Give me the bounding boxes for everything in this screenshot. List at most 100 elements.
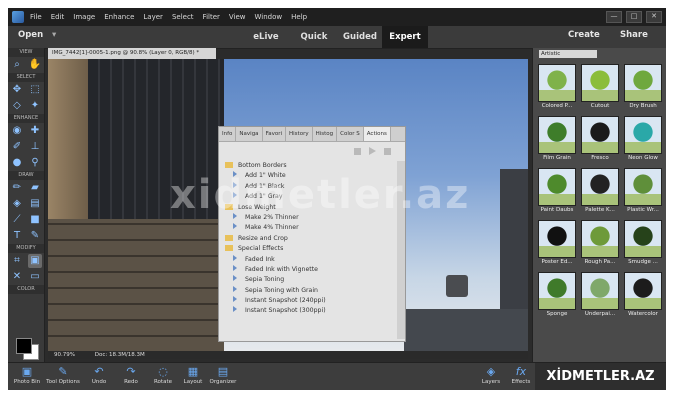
rooftops-right [404, 309, 528, 351]
menu-view[interactable]: View [229, 13, 246, 21]
minimize-button[interactable]: — [606, 11, 622, 23]
menu-window[interactable]: Window [255, 13, 283, 21]
clone-stamp-icon[interactable]: ⊥ [28, 140, 42, 154]
menu-help[interactable]: Help [291, 13, 307, 21]
filter-thumbnail[interactable]: Poster Ed... [537, 220, 577, 265]
maximize-button[interactable]: □ [626, 11, 642, 23]
document-tab[interactable]: IMG_7442[1]-0005-1.png @ 90.8% (Layer 0,… [48, 48, 216, 59]
close-button[interactable]: ✕ [646, 11, 662, 23]
tab-history[interactable]: History [286, 127, 313, 141]
menu-file[interactable]: File [30, 13, 42, 21]
filter-thumbnail[interactable]: Rough Pa... [580, 220, 620, 265]
straighten-tool-icon[interactable]: ▭ [28, 270, 42, 284]
photo-bin-button[interactable]: ▣ Photo Bin [10, 365, 44, 385]
tab-info[interactable]: Info [219, 127, 237, 141]
tab-color-swatches[interactable]: Color S [337, 127, 364, 141]
trash-icon[interactable] [384, 147, 391, 155]
marquee-tool-icon[interactable]: ⬚ [28, 83, 42, 97]
stop-icon[interactable] [354, 147, 361, 155]
paint-bucket-icon[interactable]: ◈ [10, 197, 24, 211]
gradient-tool-icon[interactable]: ▤ [28, 197, 42, 211]
tab-actions[interactable]: Actions [363, 127, 391, 141]
blur-tool-icon[interactable]: ● [10, 156, 24, 170]
list-item[interactable]: Sepia Toning with Grain [221, 285, 393, 296]
type-tool-icon[interactable]: T [10, 229, 24, 243]
recompose-tool-icon[interactable]: ▣ [28, 254, 42, 268]
red-eye-tool-icon[interactable]: ◉ [10, 124, 24, 138]
move-tool-icon[interactable]: ✥ [10, 83, 24, 97]
undo-button[interactable]: ↶ Undo [82, 365, 116, 385]
tree-thumbnail-icon [538, 64, 576, 102]
tab-expert[interactable]: Expert [382, 26, 428, 48]
quick-select-tool-icon[interactable]: ✦ [28, 99, 42, 113]
filter-thumbnail[interactable]: Sponge [537, 272, 577, 317]
tab-favorites[interactable]: Favori [263, 127, 287, 141]
rotate-icon: ◌ [158, 365, 168, 378]
zoom-tool-icon[interactable]: ⌕ [10, 58, 24, 72]
list-item[interactable]: Faded Ink with Vignette [221, 264, 393, 275]
pencil-tool-icon[interactable]: ✎ [28, 229, 42, 243]
filter-thumbnail[interactable]: Palette K... [580, 168, 620, 213]
menu-image[interactable]: Image [73, 13, 95, 21]
menu-select[interactable]: Select [172, 13, 194, 21]
menu-filter[interactable]: Filter [203, 13, 220, 21]
tab-elive[interactable]: eLive [246, 26, 286, 48]
filter-label: Palette K... [585, 207, 615, 213]
filter-thumbnail[interactable]: Plastic Wr... [623, 168, 663, 213]
menu-enhance[interactable]: Enhance [104, 13, 134, 21]
open-dropdown-icon[interactable]: ▾ [52, 30, 56, 40]
tool-options-button[interactable]: ✎ Tool Options [46, 365, 80, 385]
watermark-text: xidmetler.az [170, 172, 471, 218]
eyedropper-tool-icon[interactable]: ⟋ [10, 213, 24, 227]
lasso-tool-icon[interactable]: ◇ [10, 99, 24, 113]
filter-category-select[interactable]: Artistic [539, 50, 597, 58]
app-logo-icon [12, 11, 24, 23]
list-item[interactable]: Sepia Toning [221, 275, 393, 285]
create-button[interactable]: Create [568, 30, 600, 40]
list-item[interactable]: Faded Ink [221, 254, 393, 265]
list-item[interactable]: Special Effects [221, 244, 393, 254]
healing-brush-icon[interactable]: ✚ [28, 124, 42, 138]
tab-navigator[interactable]: Naviga [236, 127, 263, 141]
open-button[interactable]: Open [18, 30, 43, 40]
filter-thumbnail[interactable]: Film Grain [537, 116, 577, 161]
list-item[interactable]: Instant Snapshot (300ppi) [221, 306, 393, 316]
filter-thumbnail[interactable]: Dry Brush [623, 64, 663, 109]
filter-thumbnail[interactable]: Smudge ... [623, 220, 663, 265]
filter-thumbnail[interactable]: Colored P... [537, 64, 577, 109]
filter-thumbnail[interactable]: Watercolor [623, 272, 663, 317]
redo-button[interactable]: ↷ Redo [114, 365, 148, 385]
content-aware-move-icon[interactable]: ✕ [10, 270, 24, 284]
crop-tool-icon[interactable]: ⌗ [10, 254, 24, 268]
smart-brush-icon[interactable]: ✐ [10, 140, 24, 154]
filter-label: Cutout [590, 103, 610, 109]
play-icon[interactable] [369, 147, 376, 155]
rotate-button[interactable]: ◌ Rotate [146, 365, 180, 385]
hand-tool-icon[interactable]: ✋ [28, 58, 42, 72]
shape-tool-icon[interactable]: ■ [28, 213, 42, 227]
list-item[interactable]: Bottom Borders [221, 161, 393, 171]
brush-tool-icon[interactable]: ✏ [10, 181, 24, 195]
tab-quick[interactable]: Quick [294, 26, 334, 48]
tab-histogram[interactable]: Histog [313, 127, 338, 141]
effects-button[interactable]: fx Effects [504, 365, 538, 385]
sponge-tool-icon[interactable]: ⚲ [28, 156, 42, 170]
list-item[interactable]: Resize and Crop [221, 234, 393, 244]
list-item[interactable]: Make 4% Thinner [221, 223, 393, 233]
layout-button[interactable]: ▦ Layout [176, 365, 210, 385]
filter-thumbnail[interactable]: Paint Daubs [537, 168, 577, 213]
action-icon [233, 296, 237, 303]
foreground-color-swatch[interactable] [16, 338, 32, 354]
organizer-button[interactable]: ▤ Organizer [206, 365, 240, 385]
share-button[interactable]: Share [620, 30, 648, 40]
filter-thumbnail[interactable]: Cutout [580, 64, 620, 109]
eraser-tool-icon[interactable]: ▰ [28, 181, 42, 195]
menu-edit[interactable]: Edit [51, 13, 65, 21]
list-item[interactable]: Instant Snapshot (240ppi) [221, 296, 393, 306]
filter-thumbnail[interactable]: Neon Glow [623, 116, 663, 161]
filter-thumbnail[interactable]: Underpai... [580, 272, 620, 317]
layers-button[interactable]: ◈ Layers [474, 365, 508, 385]
menu-layer[interactable]: Layer [143, 13, 163, 21]
tab-guided[interactable]: Guided [338, 26, 382, 48]
filter-thumbnail[interactable]: Fresco [580, 116, 620, 161]
